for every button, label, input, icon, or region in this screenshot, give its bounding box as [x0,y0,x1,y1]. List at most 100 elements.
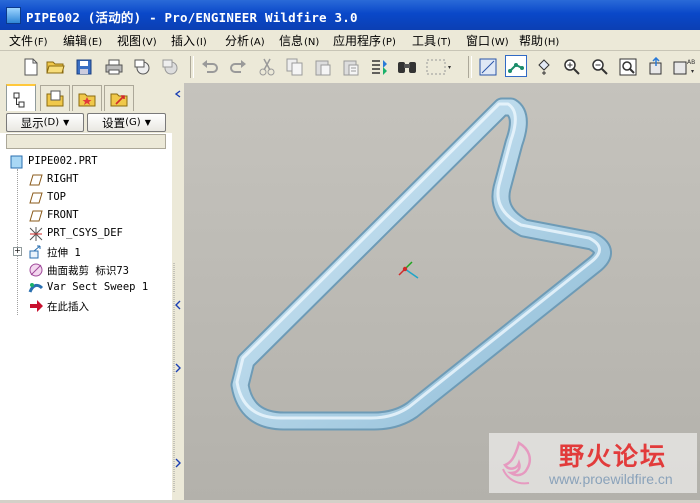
forum-watermark: 野火论坛 www.proewildfire.cn [489,433,697,493]
menu-analysis[interactable]: 分析(A) [225,32,265,49]
tree-item-right[interactable]: RIGHT [0,171,172,189]
watermark-text: 野火论坛 [559,442,668,471]
menu-window[interactable]: 窗口(W) [466,32,509,49]
menu-insert[interactable]: 插入(I) [171,32,207,49]
csys-icon [29,227,43,241]
datum-plane-icon [29,174,43,186]
new-icon[interactable] [20,56,42,78]
panel-sash[interactable] [172,83,184,500]
window-title: PIPE002 (活动的) - Pro/ENGINEER Wildfire 3.… [26,10,358,25]
tree-item-label: RIGHT [47,173,79,185]
settings-dropdown[interactable]: 设置 (G) ▼ [87,113,166,132]
tab-favorites[interactable] [72,85,102,112]
menu-file[interactable]: 文件(F) [9,32,48,49]
print-icon[interactable] [103,56,125,78]
menu-tools-key: (T) [437,37,451,48]
svg-text:AB: AB [687,59,695,66]
regenerate-icon[interactable] [368,56,390,78]
orient-icon[interactable] [645,56,667,78]
tree-item-label: FRONT [47,209,79,221]
menu-window-label: 窗口 [466,34,491,48]
zoom-in-icon[interactable] [561,56,583,78]
tree-item-extrude[interactable]: + 拉伸 1 [0,243,172,261]
app-icon [6,7,21,24]
menu-applications-label: 应用程序 [333,34,382,48]
sash-arrows-icon [173,90,181,493]
menu-view[interactable]: 视图(V) [117,32,157,49]
datum-plane-icon [29,192,43,204]
part-icon [10,155,23,169]
extrude-icon [29,245,41,259]
insert-here-icon [30,300,43,312]
tree-item-surface-trim[interactable]: 曲面裁剪 标识73 [0,261,172,279]
model-tree-panel: 显示 (D) ▼ 设置 (G) ▼ PIPE002.PRT RIGHT TOP FRON… [0,83,173,500]
zoom-out-icon[interactable] [589,56,611,78]
watermark-url: www.proewildfire.cn [549,471,673,487]
menu-file-key: (F) [34,37,48,48]
model-tree-icon [13,92,25,107]
menu-info-key: (N) [304,37,320,48]
menu-window-key: (W) [491,37,509,48]
tab-folder-browser[interactable] [40,85,70,112]
menu-help[interactable]: 帮助(H) [519,32,559,49]
menu-view-key: (V) [142,37,157,48]
menu-info[interactable]: 信息(N) [279,32,319,49]
show-label: 显示 [20,115,44,130]
send-icon[interactable] [131,56,153,78]
main-toolbar: AB [0,51,700,84]
menu-analysis-label: 分析 [225,34,250,48]
tree-item-top[interactable]: TOP [0,189,172,207]
save-icon[interactable] [73,56,95,78]
menu-edit-label: 编辑 [63,34,88,48]
menu-tools-label: 工具 [412,34,437,48]
redo-icon[interactable] [227,56,249,78]
menu-bar: 文件(F) 编辑(E) 视图(V) 插入(I) 分析(A) 信息(N) 应用程序… [0,30,700,51]
menu-edit-key: (E) [88,37,103,48]
menu-applications[interactable]: 应用程序(P) [333,32,396,49]
datum-axes-icon[interactable] [505,55,527,77]
datum-plane-icon [29,210,43,222]
tree-item-insert-here[interactable]: 在此插入 [0,297,172,315]
navigator-tabs [0,83,172,113]
tree-root-label: PIPE002.PRT [28,155,98,167]
send-disabled-icon[interactable] [159,56,181,78]
favorites-icon [78,93,96,107]
datum-planes-icon[interactable] [477,56,499,78]
copy-icon[interactable] [284,56,306,78]
select-box-icon[interactable] [424,56,454,78]
expand-toggle[interactable]: + [13,247,22,256]
tree-item-label: 在此插入 [47,301,89,313]
menu-insert-key: (I) [196,37,207,48]
menu-view-label: 视图 [117,34,142,48]
undo-icon[interactable] [199,56,221,78]
paste-icon[interactable] [312,56,334,78]
view-list-icon[interactable]: AB [673,56,699,78]
paste-special-icon[interactable] [340,56,362,78]
open-icon[interactable] [45,56,67,78]
tab-connections[interactable] [104,85,134,112]
watermark-logo [502,441,531,485]
tab-model-tree[interactable] [6,84,36,113]
sweep-icon [28,283,44,293]
tree-header-strip [6,134,166,149]
surface-trim-icon [29,263,43,277]
show-dropdown[interactable]: 显示 (D) ▼ [6,113,84,132]
tree-button-row: 显示 (D) ▼ 设置 (G) ▼ [0,111,172,133]
refit-icon[interactable] [617,56,639,78]
tree-root[interactable]: PIPE002.PRT [0,153,172,171]
find-icon[interactable] [396,56,418,78]
show-key: (D) [43,117,60,128]
title-bar: PIPE002 (活动的) - Pro/ENGINEER Wildfire 3.… [0,0,700,30]
datum-csys-icon[interactable] [533,56,555,78]
tree-item-label: PRT_CSYS_DEF [47,227,123,239]
menu-edit[interactable]: 编辑(E) [63,32,102,49]
tree-item-sweep[interactable]: Var Sect Sweep 1 [0,279,172,297]
folder-icon [46,90,64,107]
cut-icon[interactable] [256,56,278,78]
csys-triad [398,261,419,279]
tree-item-label: 拉伸 1 [47,247,81,259]
tree-item-front[interactable]: FRONT [0,207,172,225]
menu-tools[interactable]: 工具(T) [412,32,451,49]
menu-file-label: 文件 [9,34,34,48]
tree-item-csys[interactable]: PRT_CSYS_DEF [0,225,172,243]
